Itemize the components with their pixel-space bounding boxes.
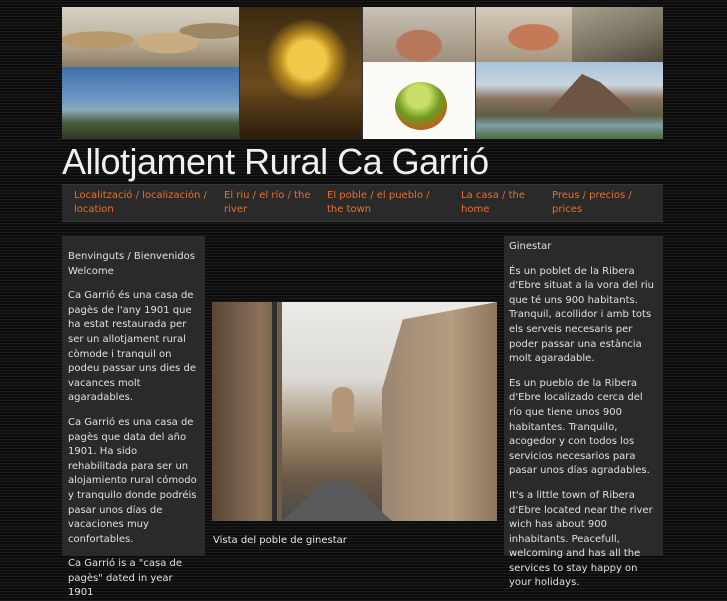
town-text-catalan: És un poblet de la Ribera d'Ebre situat … <box>509 265 654 365</box>
town-street-photo <box>212 302 497 521</box>
glazed-pot-photo <box>363 62 475 139</box>
town-heading: Ginestar <box>509 241 552 252</box>
main-navigation: Localització / localización / location E… <box>62 184 663 222</box>
baskets-photo <box>62 7 239 67</box>
nav-link-location[interactable]: Localització / localización / location <box>74 189 214 217</box>
river-valley-photo <box>476 62 663 139</box>
jugs-photo <box>363 7 475 62</box>
town-text-english: It's a little town of Ribera d'Ebre loca… <box>509 489 653 589</box>
bridge-photo <box>62 67 239 139</box>
amphora-photo <box>476 7 572 62</box>
welcome-text-english: Ca Garrió is a "casa de pagès" dated in … <box>68 558 183 599</box>
welcome-sidebar: Benvinguts / Bienvenidos Welcome Ca Garr… <box>62 236 205 598</box>
nav-link-town[interactable]: El poble / el pueblo / the town <box>327 189 447 217</box>
site-title: Allotjament Rural Ca Garrió <box>62 141 489 182</box>
town-text-spanish: Es un pueblo de la Ribera d'Ebre localiz… <box>509 377 650 477</box>
welcome-text-spanish: Ca Garrió es una casa de pagès que data … <box>68 416 197 545</box>
welcome-text-catalan: Ca Garrió és una casa de pagès de l'any … <box>68 290 197 404</box>
horn-piano-photo <box>240 7 362 139</box>
welcome-heading: Benvinguts / Bienvenidos Welcome <box>68 251 195 277</box>
nav-link-prices[interactable]: Preus / precios / prices <box>552 189 652 217</box>
header-banner-collage <box>62 7 663 139</box>
town-info-sidebar: Ginestar És un poblet de la Ribera d'Ebr… <box>504 236 663 588</box>
photo-caption: Vista del poble de ginestar <box>213 535 347 546</box>
rock-photo <box>572 7 663 62</box>
nav-link-river[interactable]: El riu / el río / the river <box>224 189 316 217</box>
nav-link-home[interactable]: La casa / the home <box>461 189 541 217</box>
